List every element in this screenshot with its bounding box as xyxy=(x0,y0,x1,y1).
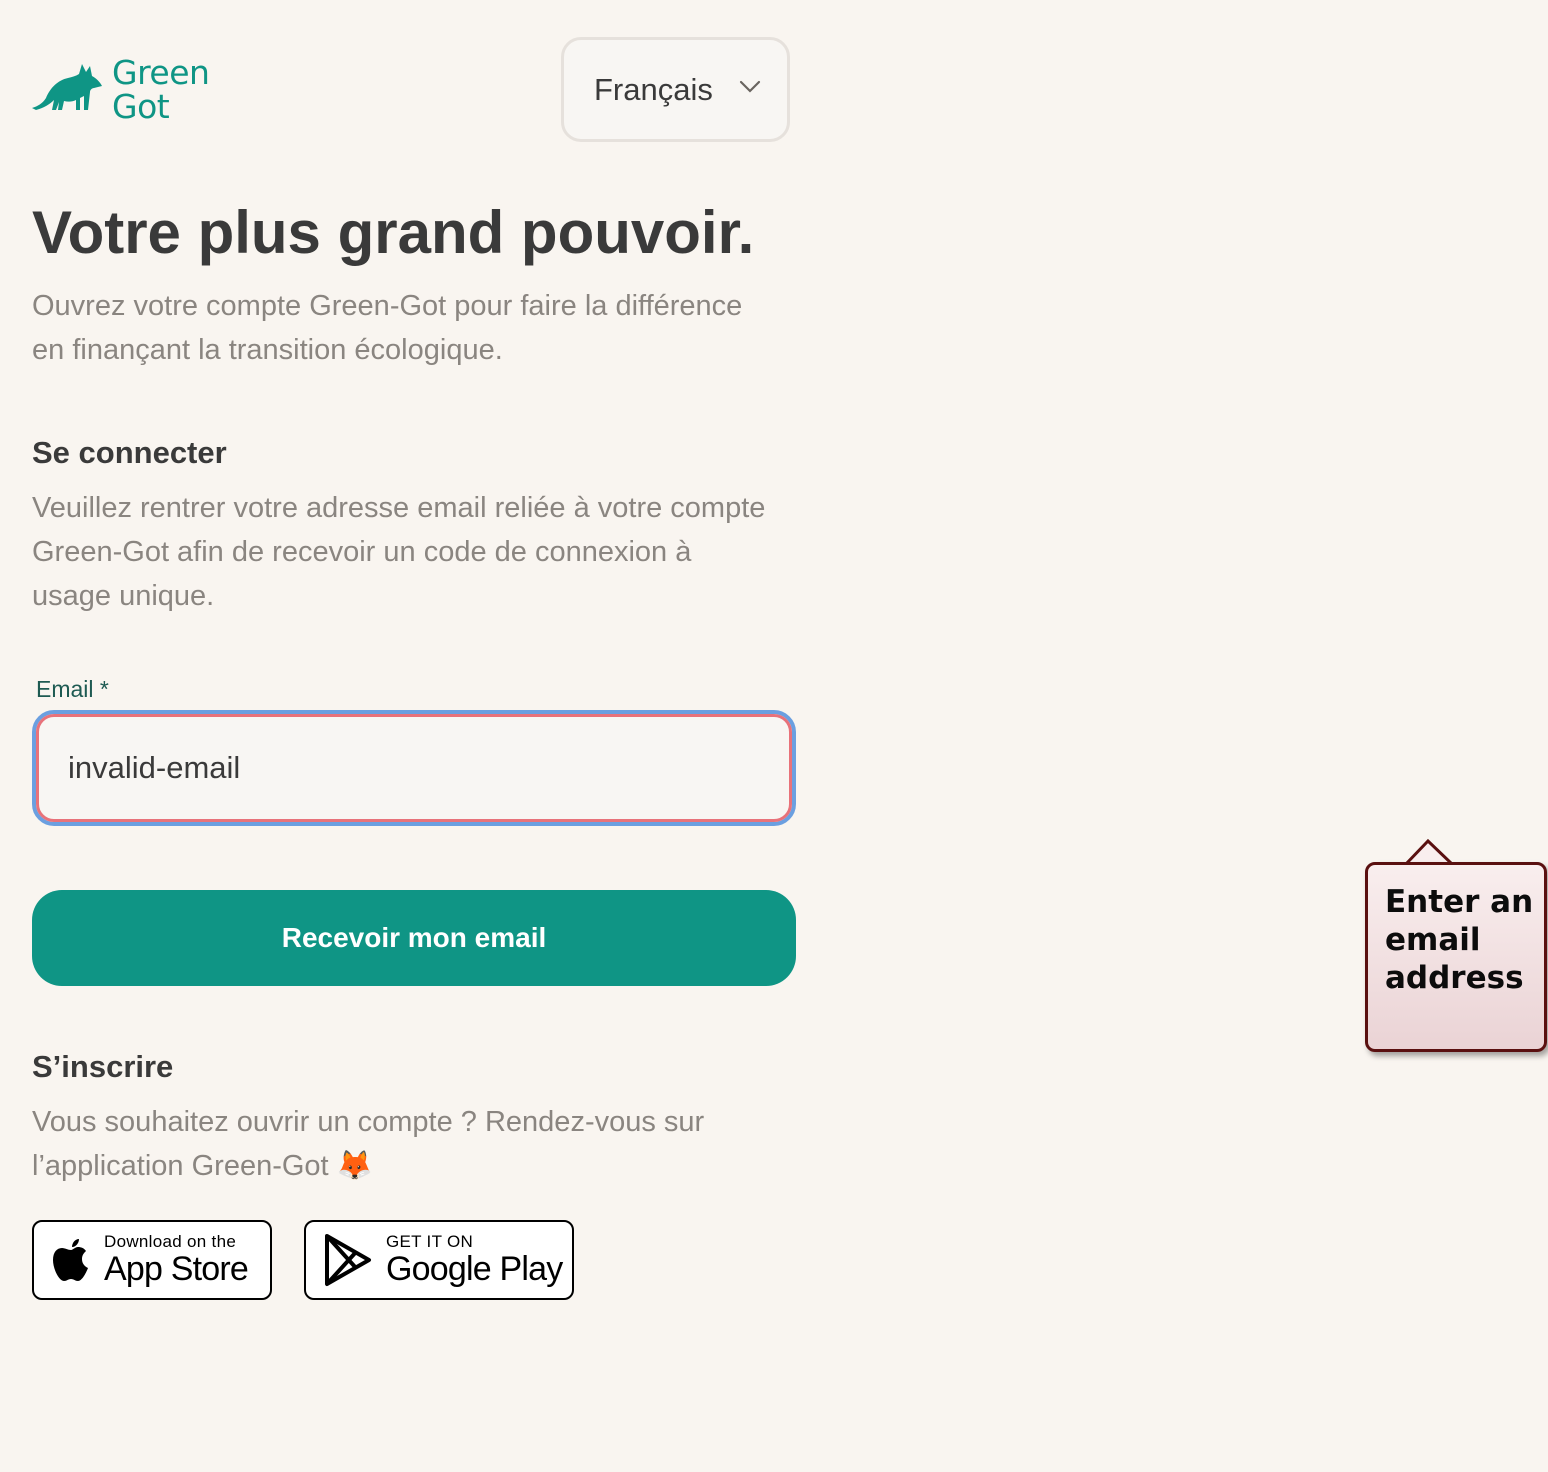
validation-tooltip: Enter an email address xyxy=(1365,862,1547,1052)
apple-icon xyxy=(53,1239,88,1281)
brand-name: Green Got xyxy=(112,53,210,126)
language-select[interactable]: Français xyxy=(561,37,790,142)
brand-logo[interactable]: Green Got xyxy=(32,53,210,126)
app-store-badge[interactable]: Download on the App Store xyxy=(32,1220,272,1300)
brand-name-line2: Got xyxy=(112,87,170,126)
fox-logo-icon xyxy=(32,64,102,110)
login-description: Veuillez rentrer votre adresse email rel… xyxy=(32,492,766,612)
google-play-icon xyxy=(325,1234,371,1286)
app-store-small-text: Download on the xyxy=(104,1232,237,1251)
email-label: Email * xyxy=(36,676,109,702)
email-field[interactable] xyxy=(36,714,792,822)
google-play-big-text: Google Play xyxy=(386,1250,563,1288)
brand-name-line1: Green xyxy=(112,53,210,92)
page-title: Votre plus grand pouvoir. xyxy=(32,199,755,266)
language-select-value: Français xyxy=(594,71,713,107)
page-subtitle: Ouvrez votre compte Green-Got pour faire… xyxy=(32,290,743,366)
google-play-badge[interactable]: GET IT ON Google Play xyxy=(304,1220,574,1300)
email-field-focus-ring xyxy=(32,710,796,826)
chevron-down-icon xyxy=(739,80,761,93)
validation-message: Enter an email address xyxy=(1385,884,1534,996)
google-play-small-text: GET IT ON xyxy=(386,1232,474,1251)
app-store-big-text: App Store xyxy=(104,1250,249,1288)
login-section-title: Se connecter xyxy=(32,435,227,470)
signup-description: Vous souhaitez ouvrir un compte ? Rendez… xyxy=(32,1106,705,1182)
signup-section-title: S’inscrire xyxy=(32,1049,174,1084)
receive-email-button[interactable]: Recevoir mon email xyxy=(32,890,796,986)
